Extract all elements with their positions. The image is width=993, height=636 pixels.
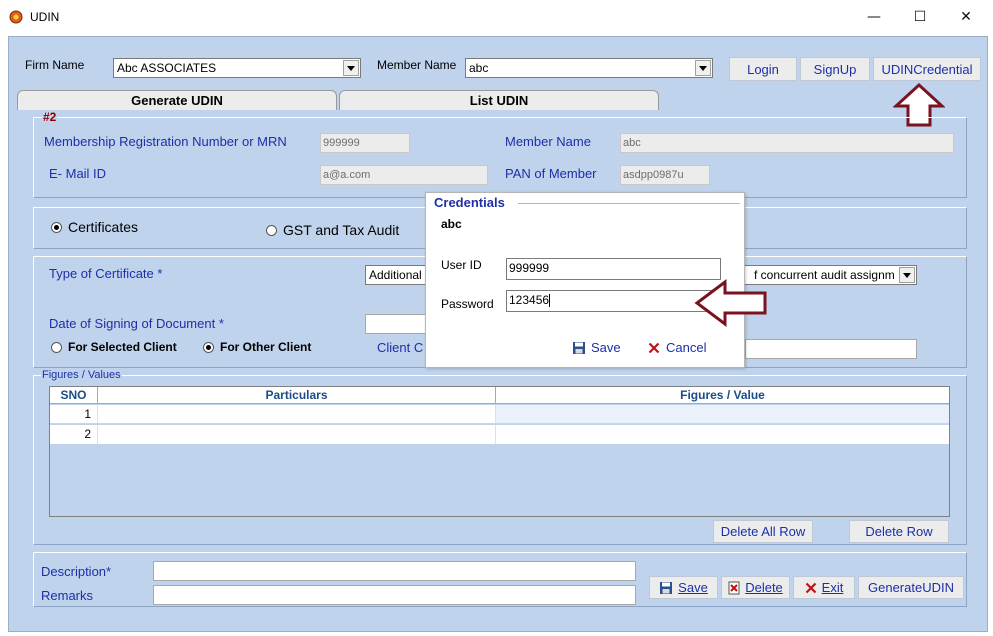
cell-sno: 1	[50, 405, 98, 423]
tab-generate-udin[interactable]: Generate UDIN	[17, 90, 337, 110]
maximize-button[interactable]: ☐	[897, 0, 943, 34]
gst-radio[interactable]: GST and Tax Audit	[266, 222, 399, 238]
delete-all-row-button[interactable]: Delete All Row	[713, 520, 813, 543]
user-id-label: User ID	[441, 258, 482, 272]
grid-header-row: SNO Particulars Figures / Value	[50, 387, 949, 404]
udin-credential-button[interactable]: UDINCredential	[873, 57, 981, 81]
footer-delete-label: Delete	[745, 580, 783, 595]
type-of-certificate-value: Additional	[369, 268, 422, 282]
pan-label: PAN of Member	[505, 166, 597, 181]
type-of-certificate-value-tail: f concurrent audit assignm	[754, 268, 895, 282]
dialog-save-button[interactable]: Save	[572, 340, 621, 355]
column-header-figures-value[interactable]: Figures / Value	[496, 387, 949, 404]
dialog-title-rule	[518, 203, 740, 204]
cell-figures-value[interactable]	[496, 405, 949, 423]
for-other-client-label: For Other Client	[220, 340, 312, 354]
email-field[interactable]: a@a.com	[320, 165, 488, 185]
for-selected-client-label: For Selected Client	[68, 340, 177, 354]
dialog-cancel-button[interactable]: Cancel	[648, 340, 706, 355]
mrn-field[interactable]: 999999	[320, 133, 410, 153]
text-cursor	[549, 294, 551, 308]
member-info-group	[33, 117, 967, 198]
firm-name-select[interactable]: Abc ASSOCIATES	[113, 58, 361, 78]
remarks-field[interactable]	[153, 585, 636, 605]
cell-particulars[interactable]	[98, 405, 496, 423]
delete-icon	[728, 581, 740, 594]
radio-unselected-icon	[51, 341, 62, 353]
member-name-select[interactable]: abc	[465, 58, 713, 78]
minimize-button[interactable]: —	[851, 0, 897, 34]
member-name-info-label: Member Name	[505, 134, 591, 149]
floppy-disk-icon	[660, 581, 673, 594]
cell-sno: 2	[50, 425, 98, 444]
footer-exit-label: Exit	[821, 580, 844, 595]
firm-name-label: Firm Name	[25, 58, 85, 72]
user-id-input[interactable]: 999999	[506, 258, 721, 280]
email-label: E- Mail ID	[49, 166, 107, 181]
member-name-field[interactable]: abc	[620, 133, 954, 153]
description-label: Description*	[41, 564, 112, 579]
floppy-disk-icon	[573, 341, 585, 354]
type-of-certificate-label: Type of Certificate *	[49, 266, 163, 281]
member-name-label: Member Name	[377, 58, 457, 72]
login-button[interactable]: Login	[729, 57, 797, 81]
app-icon	[9, 10, 23, 24]
gst-label: GST and Tax Audit	[283, 222, 400, 238]
footer-save-label: Save	[678, 580, 708, 595]
client-label: Client C	[377, 340, 424, 355]
password-label: Password	[441, 297, 494, 311]
chevron-down-icon[interactable]	[343, 60, 359, 76]
firm-name-value: Abc ASSOCIATES	[117, 61, 217, 75]
radio-selected-icon	[51, 221, 62, 233]
dialog-cancel-label: Cancel	[666, 340, 707, 355]
column-header-sno[interactable]: SNO	[50, 387, 98, 404]
figures-grid: SNO Particulars Figures / Value 1 2	[49, 386, 950, 517]
certificates-label: Certificates	[68, 219, 139, 235]
password-input[interactable]: 123456	[506, 290, 721, 312]
footer-delete-button[interactable]: Delete	[721, 576, 790, 599]
password-value: 123456	[509, 293, 550, 307]
for-other-client-radio[interactable]: For Other Client	[203, 340, 311, 354]
close-window-button[interactable]: ✕	[943, 0, 989, 34]
cell-particulars[interactable]	[98, 425, 496, 444]
generate-udin-button[interactable]: GenerateUDIN	[858, 576, 964, 599]
delete-row-button[interactable]: Delete Row	[849, 520, 949, 543]
window-title: UDIN	[30, 10, 60, 24]
tab-list-udin[interactable]: List UDIN	[339, 90, 659, 110]
chevron-down-icon[interactable]	[695, 60, 711, 76]
date-of-signing-label: Date of Signing of Document *	[49, 316, 224, 331]
signup-button[interactable]: SignUp	[800, 57, 870, 81]
radio-unselected-icon	[266, 224, 277, 236]
close-icon	[805, 582, 816, 593]
table-row[interactable]: 2	[50, 425, 949, 444]
footer-exit-button[interactable]: Exit	[793, 576, 855, 599]
mrn-label: Membership Registration Number or MRN	[44, 134, 287, 149]
pan-field[interactable]: asdpp0987u	[620, 165, 710, 185]
cell-figures-value[interactable]	[496, 425, 949, 444]
certificates-radio[interactable]: Certificates	[51, 219, 138, 235]
client-field[interactable]	[745, 339, 917, 359]
credentials-user-name: abc	[441, 217, 462, 231]
close-icon	[648, 342, 660, 353]
member-name-value: abc	[469, 61, 489, 75]
dialog-save-label: Save	[591, 340, 621, 355]
left-arrow-annotation	[694, 279, 767, 327]
radio-selected-icon	[203, 341, 214, 353]
form-badge: #2	[42, 110, 58, 124]
figures-group-label: Figures / Values	[41, 369, 122, 381]
remarks-label: Remarks	[41, 588, 94, 603]
for-selected-client-radio[interactable]: For Selected Client	[51, 340, 177, 354]
credentials-dialog-title: Credentials	[434, 195, 505, 210]
description-field[interactable]	[153, 561, 636, 581]
table-row[interactable]: 1	[50, 405, 949, 424]
column-header-particulars[interactable]: Particulars	[98, 387, 496, 404]
chevron-down-icon[interactable]	[899, 267, 915, 283]
title-bar: UDIN — ☐ ✕	[0, 0, 993, 34]
footer-save-button[interactable]: Save	[649, 576, 718, 599]
